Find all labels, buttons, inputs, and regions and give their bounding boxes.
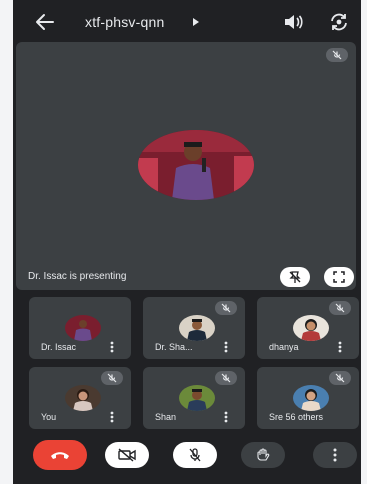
participant-tile-others[interactable]: Sre 56 others	[257, 367, 359, 429]
avatar	[65, 315, 101, 341]
more-vert-icon[interactable]	[338, 341, 342, 353]
flip-camera-icon[interactable]	[329, 12, 349, 32]
avatar	[179, 385, 215, 411]
presenter-avatar	[138, 130, 254, 200]
more-vert-icon[interactable]	[224, 411, 228, 423]
end-call-button[interactable]	[33, 440, 87, 470]
participant-name: Shan	[155, 412, 177, 422]
meet-screen: xtf-phsv-qnn Dr. Issac is presenting Dr.…	[13, 0, 361, 484]
participant-tile[interactable]: Shan	[143, 367, 245, 429]
mic-off-icon	[215, 301, 237, 315]
presenter-tile[interactable]: Dr. Issac is presenting	[16, 42, 356, 290]
more-vert-icon[interactable]	[224, 341, 228, 353]
mic-off-icon	[215, 371, 237, 385]
more-vert-icon	[333, 448, 337, 462]
raise-hand-button[interactable]	[241, 442, 285, 468]
frame-edge-right	[361, 0, 367, 484]
participant-name: dhanya	[269, 342, 299, 352]
participant-tile[interactable]: dhanya	[257, 297, 359, 359]
more-vert-icon[interactable]	[110, 411, 114, 423]
mic-off-icon	[187, 447, 203, 463]
participant-tile[interactable]: You	[29, 367, 131, 429]
top-bar: xtf-phsv-qnn	[13, 0, 361, 44]
mic-off-icon	[329, 301, 351, 315]
phone-end-icon	[49, 449, 71, 461]
fullscreen-button[interactable]	[324, 267, 354, 287]
avatar	[65, 385, 101, 411]
call-controls	[13, 440, 361, 484]
presenting-label: Dr. Issac is presenting	[28, 271, 127, 282]
meeting-code[interactable]: xtf-phsv-qnn	[85, 14, 164, 30]
speaker-icon[interactable]	[283, 13, 303, 31]
more-options-button[interactable]	[313, 442, 357, 468]
participant-name: Dr. Sha...	[155, 342, 193, 352]
arrow-left-icon[interactable]	[35, 13, 55, 31]
participant-name: You	[41, 412, 57, 422]
hand-icon	[255, 447, 271, 463]
participant-name: Dr. Issac	[41, 342, 77, 352]
participant-name: Sre 56 others	[269, 412, 324, 422]
fullscreen-icon	[332, 270, 346, 284]
camera-off-icon	[117, 448, 137, 462]
participant-tile[interactable]: Dr. Issac	[29, 297, 131, 359]
participant-tile[interactable]: Dr. Sha...	[143, 297, 245, 359]
mic-off-icon	[101, 371, 123, 385]
frame-edge-left	[0, 0, 13, 484]
more-vert-icon[interactable]	[110, 341, 114, 353]
mic-off-icon	[326, 48, 348, 62]
pin-off-icon	[288, 270, 302, 284]
mic-toggle-button[interactable]	[173, 442, 217, 468]
mic-off-icon	[329, 371, 351, 385]
camera-toggle-button[interactable]	[105, 442, 149, 468]
avatar	[293, 315, 329, 341]
avatar	[179, 315, 215, 341]
avatar	[293, 385, 329, 411]
pin-button[interactable]	[280, 267, 310, 287]
caret-right-icon[interactable]	[193, 18, 199, 26]
